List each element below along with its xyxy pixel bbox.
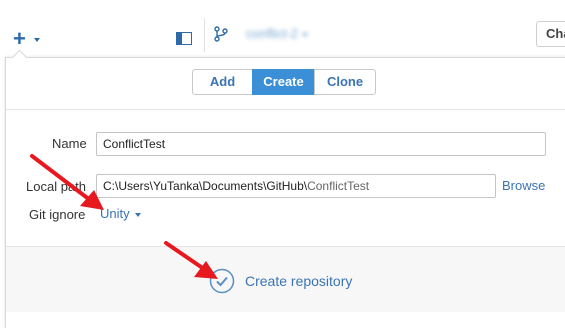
add-repository-menu[interactable]: + — [13, 26, 43, 51]
branch-icon[interactable] — [214, 26, 228, 42]
git-ignore-dropdown[interactable]: Unity — [100, 206, 141, 221]
git-ignore-value: Unity — [100, 206, 130, 221]
tab-create[interactable]: Create — [252, 69, 315, 95]
local-path-suffix: ConflictTest — [307, 179, 370, 193]
branch-selector[interactable]: conflict-2 — [246, 26, 309, 41]
changes-button[interactable]: Cha — [536, 21, 565, 47]
chevron-down-icon — [302, 32, 309, 37]
chevron-down-icon — [134, 212, 141, 217]
name-value: ConflictTest — [103, 137, 166, 151]
tab-clone[interactable]: Clone — [314, 69, 376, 95]
divider — [6, 109, 565, 110]
toolbar: + conflict-2 Cha — [0, 0, 565, 58]
tab-add[interactable]: Add — [192, 69, 253, 95]
mode-tabs: Add Create Clone — [192, 69, 376, 95]
browse-link[interactable]: Browse — [502, 178, 545, 193]
name-label: Name — [52, 136, 87, 151]
create-repository-label: Create repository — [245, 273, 353, 289]
toolbar-divider — [204, 18, 205, 52]
check-circle-icon — [209, 268, 235, 294]
name-input[interactable]: ConflictTest — [96, 132, 546, 156]
git-ignore-label: Git ignore — [29, 207, 86, 222]
sidebar-toggle-icon[interactable] — [176, 32, 192, 45]
local-path-input[interactable]: C:\Users\YuTanka\Documents\GitHub\Confli… — [96, 174, 496, 198]
local-path-label: Local path — [26, 179, 86, 194]
plus-icon: + — [13, 26, 26, 51]
local-path-prefix: C:\Users\YuTanka\Documents\GitHub\ — [103, 179, 308, 193]
sidebar-toggle-pane — [177, 33, 182, 44]
create-repository-button[interactable]: Create repository — [209, 267, 352, 295]
branch-name: conflict-2 — [246, 26, 299, 41]
chevron-down-icon — [34, 38, 40, 42]
